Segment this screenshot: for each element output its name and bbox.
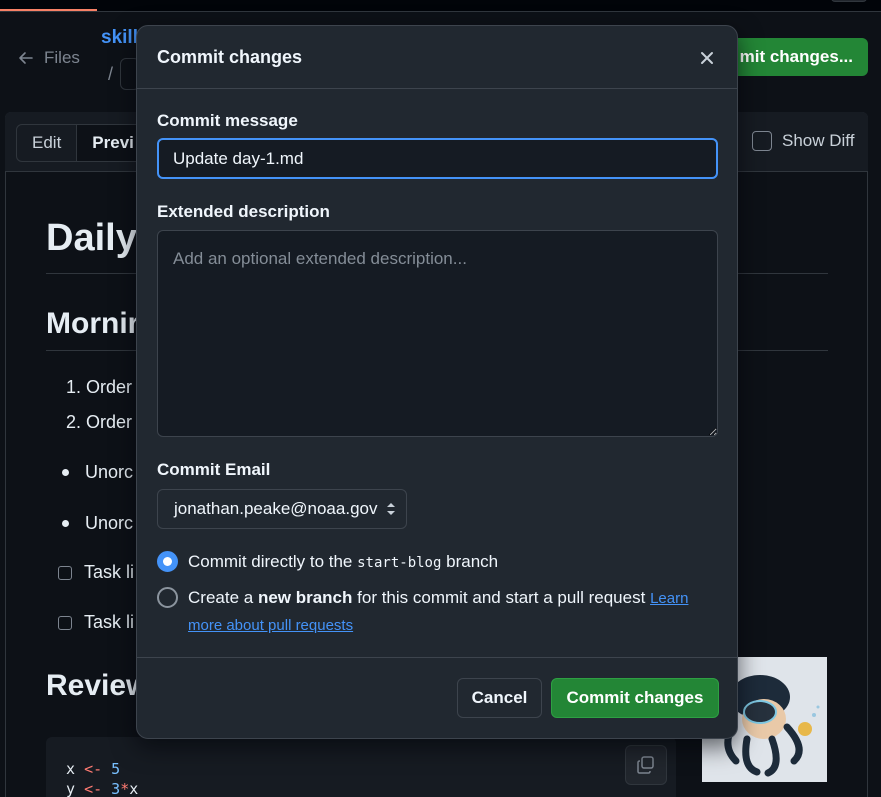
new-branch-suffix: for this commit and start a pull request [357,588,646,607]
commit-direct-suffix: branch [446,552,499,571]
dialog-title: Commit changes [157,47,303,67]
new-branch-bold: new branch [257,588,353,607]
dialog-header: Commit changes [137,26,737,89]
new-branch-prefix: Create a [188,588,254,607]
commit-direct-radio[interactable] [157,551,178,572]
dialog-footer: Cancel Commit changes [137,657,737,739]
commit-message-input[interactable] [157,138,718,179]
commit-direct-option[interactable]: Commit directly to the start-blog branch [157,549,498,576]
commit-email-label: Commit Email [157,460,271,479]
select-caret-icon [387,503,395,515]
commit-email-select[interactable]: jonathan.peake@noaa.gov [157,489,407,529]
close-icon [701,52,713,64]
branch-name: start-blog [357,555,442,571]
commit-email-value: jonathan.peake@noaa.gov [174,499,378,518]
commit-changes-dialog: Commit changes Commit message Extended d… [136,25,738,739]
commit-direct-label: Commit directly to the start-blog branch [188,549,498,576]
commit-direct-prefix: Commit directly to the [188,552,353,571]
extended-description-textarea[interactable] [157,230,718,437]
commit-changes-button[interactable]: Commit changes [551,678,719,718]
new-branch-option[interactable]: Create a new branch for this commit and … [157,585,717,639]
extended-description-label: Extended description [157,202,330,221]
new-branch-label: Create a new branch for this commit and … [188,585,717,639]
commit-message-label: Commit message [157,111,298,130]
close-button[interactable] [692,43,722,73]
new-branch-radio[interactable] [157,587,178,608]
cancel-button[interactable]: Cancel [457,678,542,718]
